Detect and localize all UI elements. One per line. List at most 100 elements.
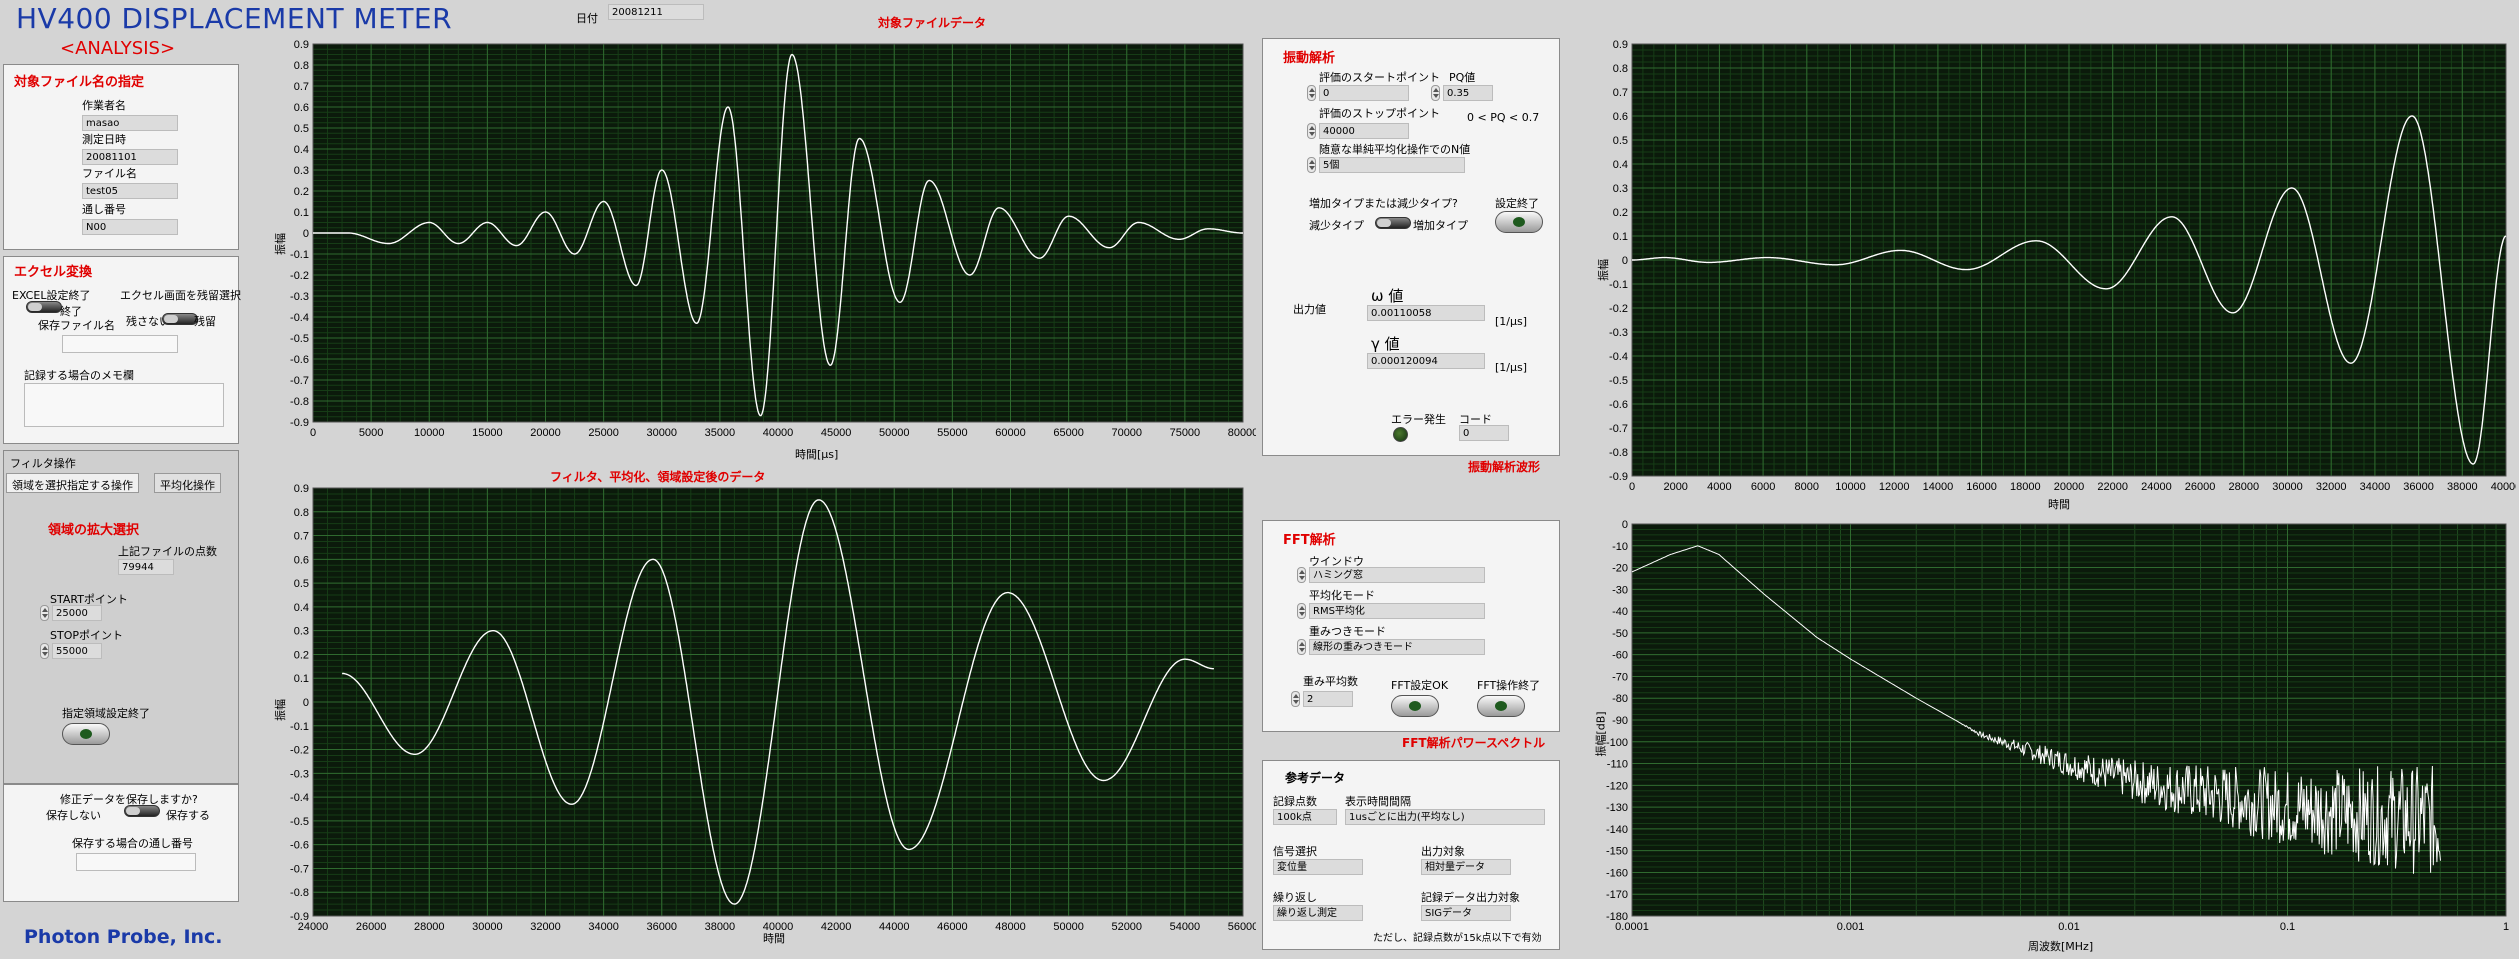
x-tick-label: 38000 <box>2447 481 2478 493</box>
x-tick-label: 50000 <box>879 427 910 439</box>
vib-stop-spinner[interactable] <box>1307 123 1316 139</box>
company-name: Photon Probe, Inc. <box>24 926 223 948</box>
avg-count-spinner[interactable] <box>1291 691 1300 707</box>
y-tick-label: -0.4 <box>290 792 309 804</box>
excel-heading: エクセル変換 <box>14 265 93 280</box>
graph1: 0 5000 10000 15000 20000 25000 30000 35000 40000… <box>243 26 1256 466</box>
x-tick-label: 54000 <box>1170 921 1201 933</box>
x-tick-label: 38000 <box>705 921 736 933</box>
n-value-field[interactable]: 5個 <box>1319 157 1465 173</box>
pq-field[interactable]: 0.35 <box>1443 85 1493 101</box>
points-field: 79944 <box>118 559 174 575</box>
x-tick-label: 8000 <box>1795 481 1819 493</box>
save-serial-input[interactable] <box>76 853 196 871</box>
stop-point-field[interactable]: 55000 <box>52 643 102 659</box>
graph4-title: FFT解析パワースペクトル <box>1402 736 1546 750</box>
x-tick-label: 36000 <box>2403 481 2434 493</box>
y-tick-label: -0.3 <box>290 291 309 303</box>
save-file-input[interactable] <box>62 335 178 353</box>
target-file-heading: 対象ファイル名の指定 <box>14 75 145 90</box>
x-tick-label: 12000 <box>1879 481 1910 493</box>
type-toggle[interactable] <box>1375 217 1411 229</box>
weight-mode-field[interactable]: 線形の重みつきモード <box>1309 639 1485 655</box>
omega-field: 0.00110058 <box>1367 305 1485 321</box>
vib-done-label: 設定終了 <box>1495 197 1539 210</box>
x-tick-label: 2000 <box>1663 481 1687 493</box>
y-tick-label: -0.1 <box>1609 279 1628 291</box>
fft-ok-button[interactable] <box>1391 695 1439 717</box>
vib-done-button[interactable] <box>1495 211 1543 233</box>
measure-date-field[interactable]: 20081101 <box>82 149 178 165</box>
save-no-label: 保存しない <box>46 809 101 822</box>
target-file-panel: 対象ファイル名の指定 作業者名 masao 測定日時 20081101 ファイル… <box>3 64 239 250</box>
y-tick-label: -30 <box>1612 584 1628 596</box>
start-point-field[interactable]: 25000 <box>52 605 102 621</box>
rec-points-label: 記録点数 <box>1273 795 1317 808</box>
x-tick-label: 35000 <box>705 427 736 439</box>
x-tick-label: 0.01 <box>2058 921 2079 933</box>
file-name-field[interactable]: test05 <box>82 183 178 199</box>
repeat-field: 繰り返し測定 <box>1273 905 1363 921</box>
weight-mode-spinner[interactable] <box>1297 639 1306 655</box>
vib-start-field[interactable]: 0 <box>1319 85 1409 101</box>
x-tick-label: 40000 <box>2491 481 2516 493</box>
serial-field[interactable]: N00 <box>82 219 178 235</box>
graph2-ylabel: 振幅 <box>274 699 287 721</box>
y-tick-label: 0.4 <box>294 144 309 156</box>
avg-mode-field[interactable]: RMS平均化 <box>1309 603 1485 619</box>
x-tick-label: 52000 <box>1111 921 1142 933</box>
x-tick-label: 0 <box>310 427 316 439</box>
x-tick-label: 0.1 <box>2280 921 2295 933</box>
avg-mode-spinner[interactable] <box>1297 603 1306 619</box>
graph4-xlabel: 周波数[MHz] <box>2028 940 2094 953</box>
y-tick-label: -0.1 <box>290 721 309 733</box>
x-tick-label: 36000 <box>646 921 677 933</box>
reference-note: ただし、記録点数が15k点以下で有効 <box>1373 933 1542 944</box>
tab-select-region[interactable]: 領域を選択指定する操作 <box>6 473 139 493</box>
y-tick-label: 0.5 <box>1613 135 1628 147</box>
x-tick-label: 10000 <box>414 427 445 439</box>
vib-stop-field[interactable]: 40000 <box>1319 123 1409 139</box>
excel-panel: エクセル変換 EXCEL設定終了 エクセル画面を残留選択 終了 残さない 残留 … <box>3 256 241 444</box>
avg-count-field[interactable]: 2 <box>1303 691 1353 707</box>
y-tick-label: -0.9 <box>290 911 309 923</box>
apply-region-button[interactable] <box>62 723 110 745</box>
vib-start-spinner[interactable] <box>1307 85 1316 101</box>
graph3: 0 2000 4000 6000 8000 10000 12000 14000 16000 180… <box>1564 26 2516 516</box>
fft-ok-label: FFT設定OK <box>1391 679 1449 692</box>
x-tick-label: 75000 <box>1170 427 1201 439</box>
y-tick-label: 0.9 <box>1613 39 1628 51</box>
memo-input[interactable] <box>24 383 224 427</box>
operator-field[interactable]: masao <box>82 115 178 131</box>
y-tick-label: -0.8 <box>290 396 309 408</box>
y-tick-label: -0.4 <box>1609 351 1628 363</box>
code-field: 0 <box>1459 425 1509 441</box>
fft-end-button[interactable] <box>1477 695 1525 717</box>
save-toggle[interactable] <box>124 805 160 817</box>
x-tick-label: 80000 <box>1228 427 1256 439</box>
y-tick-label: -20 <box>1612 563 1628 575</box>
output-label: 出力値 <box>1293 303 1326 316</box>
y-tick-label: -0.6 <box>290 354 309 366</box>
omega-unit: [1/μs] <box>1495 315 1528 328</box>
save-serial-label: 保存する場合の通し番号 <box>72 837 193 850</box>
excel-done-toggle[interactable] <box>26 301 62 313</box>
x-tick-label: 20000 <box>2054 481 2085 493</box>
date-field[interactable]: 20081211 <box>608 4 704 20</box>
y-tick-label: 0 <box>1622 519 1628 531</box>
y-tick-label: 0.9 <box>294 39 309 51</box>
start-point-spinner[interactable] <box>40 605 49 621</box>
window-spinner[interactable] <box>1297 567 1306 583</box>
vib-stop-label: 評価のストップポイント <box>1319 107 1440 120</box>
window-field[interactable]: ハミング窓 <box>1309 567 1485 583</box>
y-tick-label: -0.8 <box>1609 447 1628 459</box>
pq-spinner[interactable] <box>1431 85 1440 101</box>
y-tick-label: 0.7 <box>294 531 309 543</box>
avg-count-label: 重み平均数 <box>1303 675 1358 688</box>
tab-average[interactable]: 平均化操作 <box>154 473 221 493</box>
n-value-spinner[interactable] <box>1307 157 1316 173</box>
filter-heading: フィルタ操作 <box>10 457 76 470</box>
output-target-label: 出力対象 <box>1421 845 1465 858</box>
stop-point-spinner[interactable] <box>40 643 49 659</box>
excel-leave-toggle[interactable] <box>162 313 198 325</box>
